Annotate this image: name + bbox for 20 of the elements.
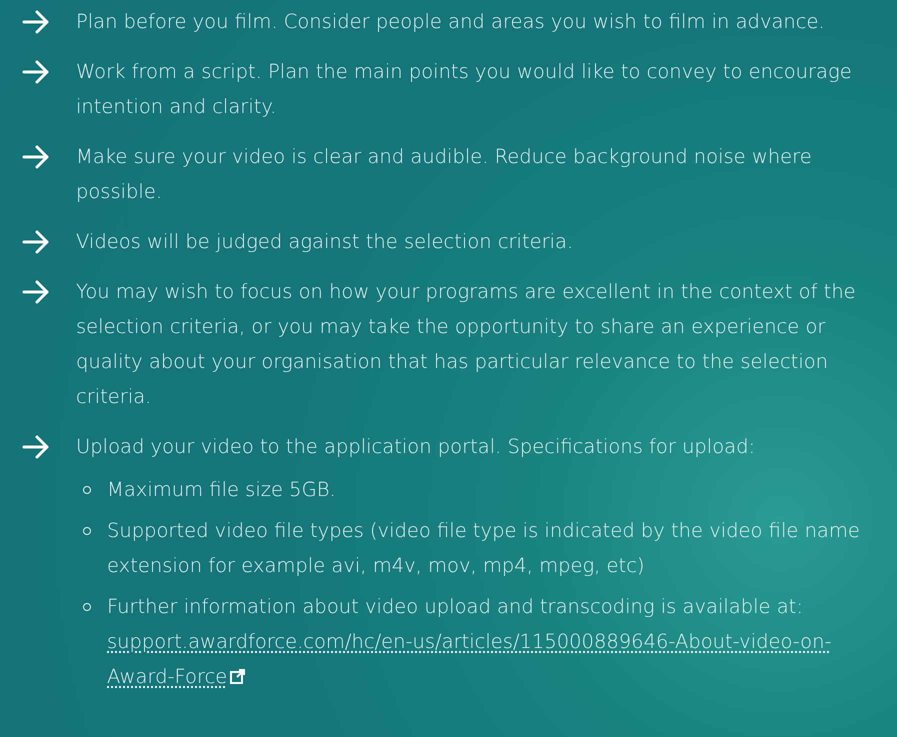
list-item-text: Videos will be judged against the selection criteria. <box>76 229 574 255</box>
sub-item-text: Maximum file size 5GB. <box>107 477 336 503</box>
bullet-icon <box>83 486 91 494</box>
external-link-icon <box>230 669 246 684</box>
sub-item-text: Supported video file types (video file type is indicated by the video file name extension for example avi, m4v, mov, mp4, mpeg, etc) <box>107 518 861 579</box>
bullet-icon <box>83 603 91 611</box>
list-item-text: Plan before you film. Consider people and areas you wish to film in advance. <box>76 9 825 35</box>
list-item-text: Work from a script. Plan the main points you would like to convey to encourage intention and clarity. <box>76 59 853 120</box>
bullet-icon <box>83 527 91 535</box>
arrow-icon <box>22 10 50 34</box>
list-item-text: You may wish to focus on how your programs are excellent in the context of the selection criteria, or you may take the opportunity to share an experience or quality about your organisation that has particular relevance to the selection criteria. <box>76 279 857 410</box>
arrow-icon <box>22 435 50 459</box>
arrow-icon <box>22 280 50 304</box>
arrow-icon <box>22 60 50 84</box>
support-link[interactable]: support.awardforce.com/hc/en-us/articles/115000889646-About-video-on-Award-Force <box>107 624 887 694</box>
sub-item-text: Further information about video upload and transcoding is available at: <box>107 594 804 620</box>
list-item-text: Make sure your video is clear and audible. Reduce background noise where possible. <box>76 144 813 205</box>
arrow-icon <box>22 230 50 254</box>
list-item-text: Upload your video to the application portal. Specifications for upload: <box>76 434 756 460</box>
arrow-icon <box>22 145 50 169</box>
